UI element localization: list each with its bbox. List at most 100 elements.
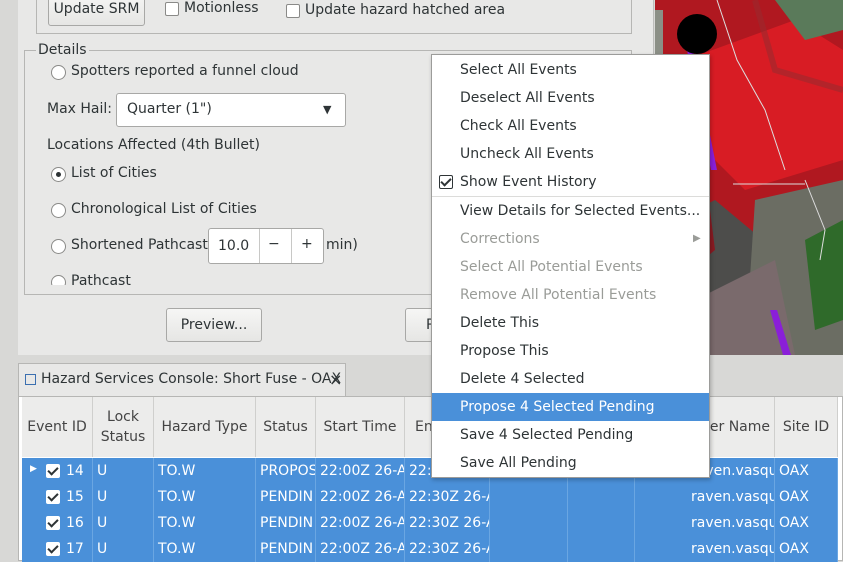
stepper-divider [291,229,292,263]
cell-status: PENDIN [256,484,316,510]
table-row[interactable]: 16 U TO.W PENDIN 22:00Z 26-Ap 22:30Z 26-… [22,510,838,536]
menu-item-check-all-events[interactable]: Check All Events [432,112,709,140]
locations-affected-label: Locations Affected (4th Bullet) [47,137,260,153]
menu-item-save-all-pending[interactable]: Save All Pending [432,449,709,477]
pathcast-minutes-stepper[interactable]: 10.0 − + [208,228,324,264]
column-header-event-id[interactable]: Event ID [22,397,93,457]
column-header-start-time[interactable]: Start Time [316,397,405,457]
cell-status: PENDIN [256,510,316,536]
update-srm-button[interactable]: Update SRM [48,0,145,26]
menu-item-label: Corrections [460,231,540,247]
menu-item-view-details[interactable]: View Details for Selected Events... [432,197,709,225]
max-hail-value: Quarter (1") [127,101,212,117]
motionless-checkbox[interactable] [165,2,179,16]
table-row[interactable]: 17 U TO.W PENDIN 22:00Z 26-Ap 22:30Z 26-… [22,536,838,562]
cell-start-time: 22:00Z 26-Ap [316,484,405,510]
chronological-list-label: Chronological List of Cities [71,201,257,217]
table-row[interactable]: ▶ 14 U TO.W PROPOS 22:00Z 26-Ap 22: rave… [22,458,838,484]
menu-item-remove-all-potential: Remove All Potential Events [460,287,657,303]
stepper-divider [259,229,260,263]
column-header-status[interactable]: Status [256,397,316,457]
cell-user-name: raven.vasque [635,484,775,510]
menu-item-propose-this[interactable]: Propose This [432,337,709,365]
minus-icon[interactable]: − [268,236,280,252]
cell-site-id: OAX [775,484,838,510]
cell-end-time: 22:30Z 26-A [405,484,490,510]
cell-lock: U [93,458,154,484]
update-srm-label: Update SRM [53,1,140,17]
column-label: Start Time [323,419,397,435]
details-scroll-area[interactable]: Spotters reported a funnel cloud Max Hai… [36,52,431,285]
pathcast-radio[interactable] [51,275,66,285]
shortened-pathcast-radio[interactable] [51,239,66,254]
pathcast-label: Pathcast [71,273,131,285]
menu-item-show-event-history[interactable]: Show Event History [432,168,709,196]
cell-event-id: 17 [22,536,93,562]
menu-item-uncheck-all-events[interactable]: Uncheck All Events [432,140,709,168]
menu-item-label: Show Event History [460,174,597,190]
max-hail-dropdown[interactable]: Quarter (1") ▼ [116,93,346,127]
cell-site-id: OAX [775,536,838,562]
cell-blank [490,484,568,510]
max-hail-label: Max Hail: [47,101,112,117]
menu-item-corrections: Corrections ▶ [432,225,709,253]
column-header-site-id[interactable]: Site ID [775,397,838,457]
preview-label: Preview... [180,317,248,333]
cell-start-time: 22:00Z 26-Ap [316,458,405,484]
cell-blank [568,510,635,536]
tab-hazard-services-console[interactable]: Hazard Services Console: Short Fuse - OA… [18,363,346,396]
plus-icon[interactable]: + [301,236,313,252]
update-hazard-label: Update hazard hatched area [305,2,506,18]
menu-item-delete-selected[interactable]: Delete 4 Selected [432,365,709,393]
preview-button[interactable]: Preview... [166,308,262,342]
list-of-cities-radio[interactable] [51,167,66,182]
cell-user-name: raven.vasque [635,510,775,536]
column-label: Hazard Type [161,419,248,435]
column-label: Event ID [27,419,87,435]
cell-lock: U [93,536,154,562]
cell-status: PROPOS [256,458,316,484]
cell-start-time: 22:00Z 26-Ap [316,510,405,536]
shortened-pathcast-label: Shortened Pathcast ( [71,237,218,253]
menu-item-deselect-all-events[interactable]: Deselect All Events [432,84,709,112]
update-hazard-checkbox[interactable] [286,4,300,18]
cell-status: PENDIN [256,536,316,562]
cell-event-id: 14 [22,458,93,484]
cell-blank [490,536,568,562]
cell-site-id: OAX [775,510,838,536]
event-context-menu: Select All Events Deselect All Events Ch… [431,54,710,478]
menu-item-propose-selected-pending[interactable]: Propose 4 Selected Pending [432,393,709,421]
cell-blank [490,510,568,536]
list-of-cities-label: List of Cities [71,165,157,181]
chevron-down-icon: ▼ [323,103,332,116]
cell-user-name: raven.vasque [635,536,775,562]
table-row[interactable]: 15 U TO.W PENDIN 22:00Z 26-Ap 22:30Z 26-… [22,484,838,510]
menu-item-save-selected-pending[interactable]: Save 4 Selected Pending [432,421,709,449]
cell-site-id: OAX [775,458,838,484]
cell-hazard-type: TO.W [154,458,256,484]
cell-hazard-type: TO.W [154,510,256,536]
funnel-cloud-label: Spotters reported a funnel cloud [71,63,299,79]
cell-event-id: 16 [22,510,93,536]
funnel-cloud-radio[interactable] [51,65,66,80]
cell-lock: U [93,510,154,536]
cell-blank [568,536,635,562]
close-icon[interactable]: × [329,370,342,389]
cell-event-id: 15 [22,484,93,510]
menu-item-select-all-events[interactable]: Select All Events [432,56,709,84]
column-label: Site ID [782,419,830,435]
cell-end-time: 22:30Z 26-A [405,536,490,562]
menu-item-delete-this[interactable]: Delete This [432,309,709,337]
column-header-lock-status[interactable]: Lock Status [93,397,154,457]
console-tab-title: Hazard Services Console: Short Fuse - OA… [41,371,342,387]
cell-end-time: 22:30Z 26-A [405,510,490,536]
cell-hazard-type: TO.W [154,484,256,510]
chronological-list-radio[interactable] [51,203,66,218]
min-label: min) [326,237,358,253]
cell-lock: U [93,484,154,510]
column-label: ser Name [702,419,770,435]
column-header-hazard-type[interactable]: Hazard Type [154,397,256,457]
motionless-label: Motionless [184,0,259,16]
cell-start-time: 22:00Z 26-Ap [316,536,405,562]
column-label: Status [263,419,308,435]
